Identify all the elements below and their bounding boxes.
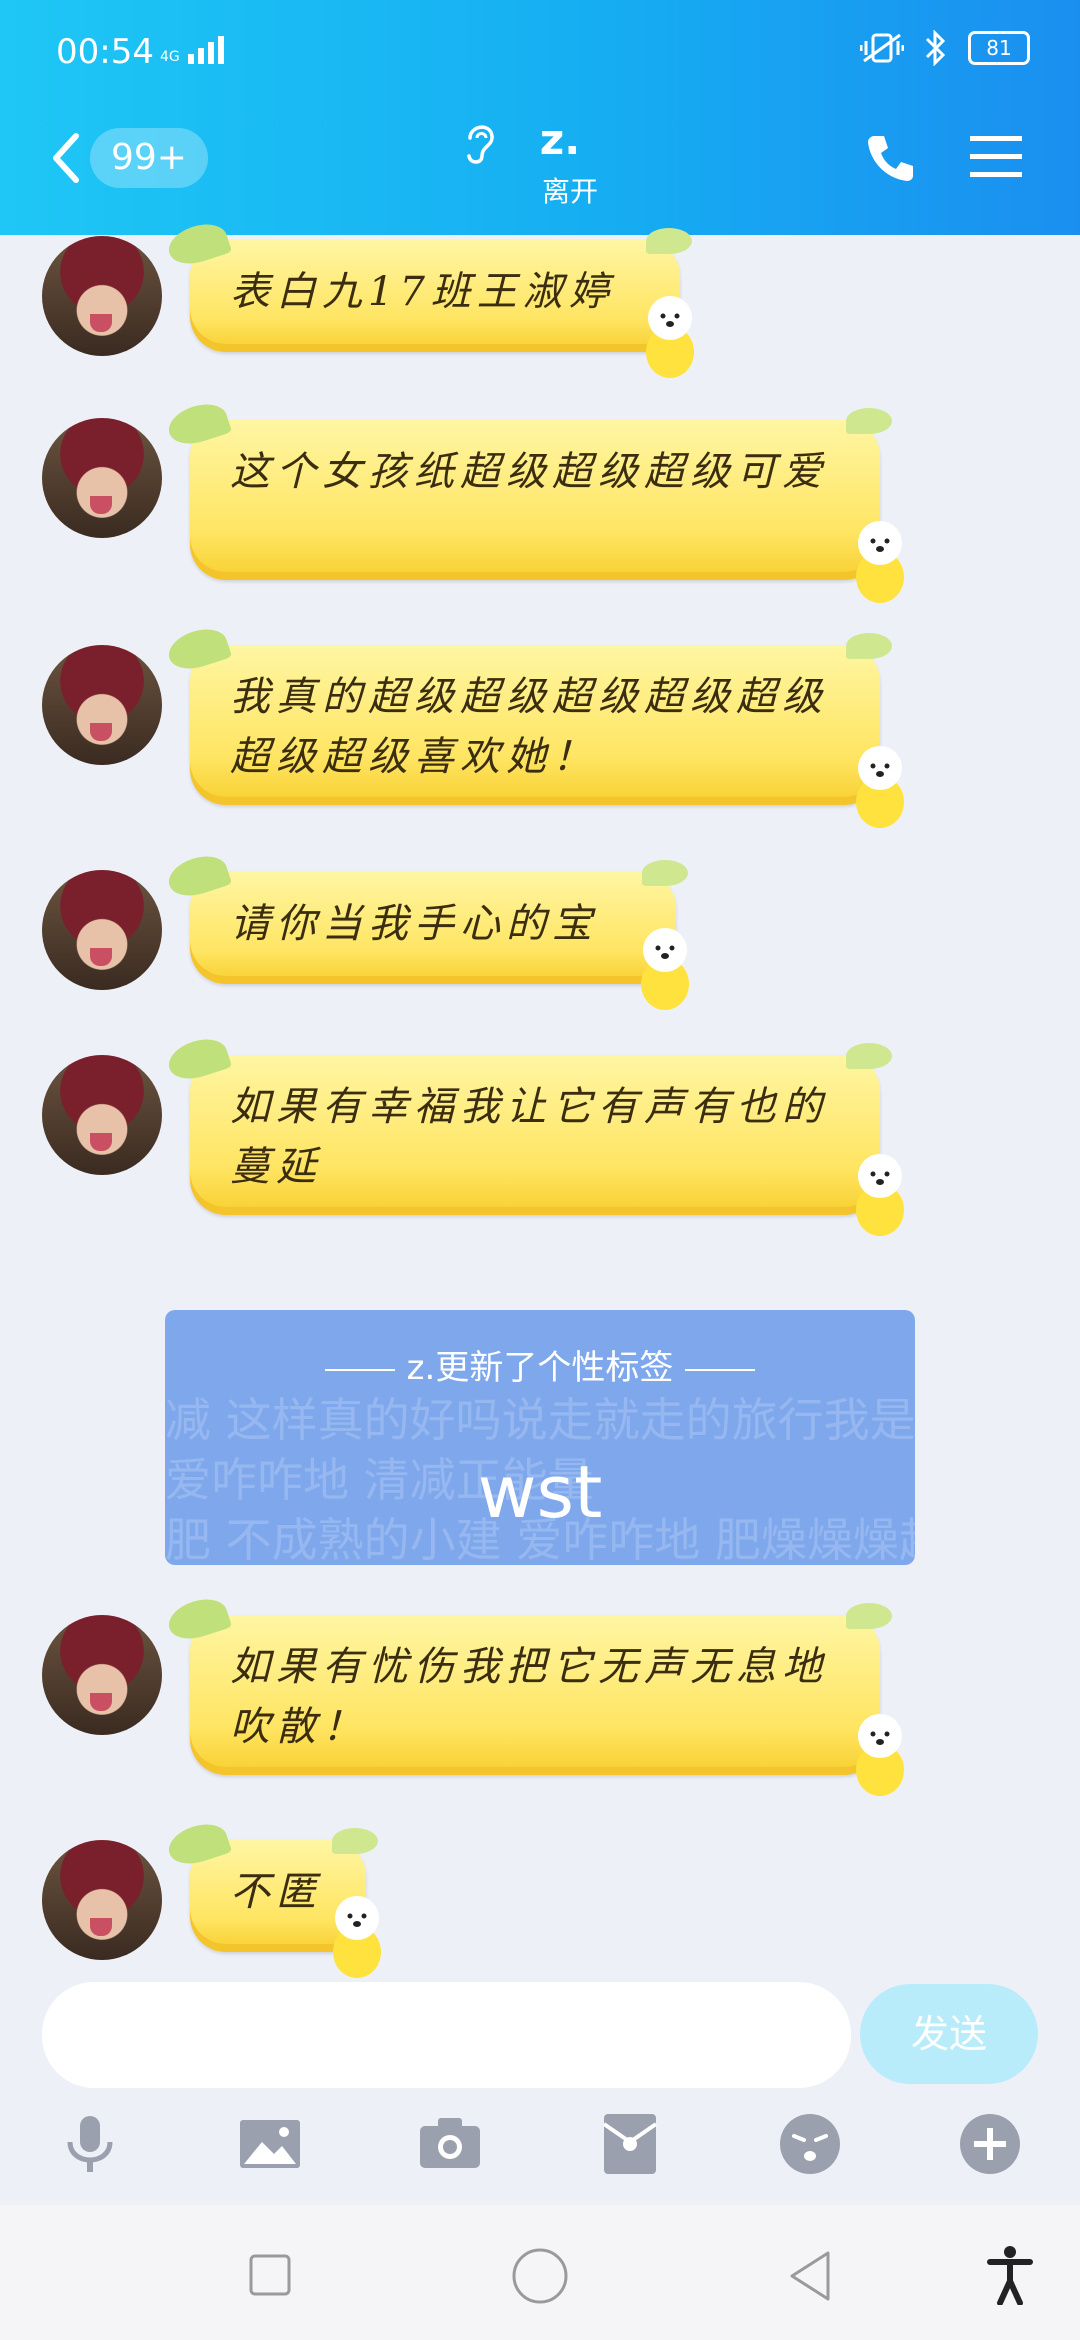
avatar[interactable] <box>42 645 162 765</box>
menu-icon[interactable] <box>968 132 1024 182</box>
send-button[interactable]: 发送 <box>860 1984 1038 2084</box>
mascot-icon <box>646 296 694 378</box>
recents-icon[interactable] <box>248 2253 292 2297</box>
status-icons: 81 <box>860 30 1030 66</box>
message-text: 我真的超级超级超级超级超级超级超级喜欢她！ <box>230 674 828 780</box>
message-input[interactable] <box>42 1982 851 2088</box>
status-time: 00:54 <box>56 32 154 72</box>
mascot-icon <box>856 1714 904 1796</box>
red-packet-icon[interactable] <box>598 2112 662 2176</box>
battery-icon: 81 <box>968 31 1030 65</box>
mascot-icon <box>856 746 904 828</box>
camera-icon[interactable] <box>418 2112 482 2176</box>
contact-name: z. <box>539 115 581 164</box>
message-text: 如果有忧伤我把它无声无息地吹散！ <box>230 1644 828 1750</box>
avatar[interactable] <box>42 1615 162 1735</box>
mascot-icon <box>641 928 689 1010</box>
message-text: 表白九17班王淑婷 <box>230 269 615 315</box>
message-bubble[interactable]: 这个女孩纸超级超级超级可爱 <box>190 408 892 580</box>
avatar[interactable] <box>42 418 162 538</box>
signature-card[interactable]: 减 这样真的好吗说走就走的旅行我是过来人 哦 爱咋咋地 清减正能量 肥 不成熟的… <box>165 1310 915 1565</box>
message-text: 请你当我手心的宝 <box>230 901 598 947</box>
system-nav-bar <box>0 2205 1080 2340</box>
back-nav-icon[interactable] <box>786 2249 834 2303</box>
phone-icon[interactable] <box>862 130 918 186</box>
signature-text: wst <box>477 1450 603 1534</box>
contact-title[interactable]: z. 离开 <box>0 115 1080 210</box>
message-bubble[interactable]: 请你当我手心的宝 <box>190 860 688 984</box>
emoji-icon[interactable] <box>778 2112 842 2176</box>
chat-header: 00:54 4G 81 99+ z. 离开 <box>0 0 1080 235</box>
message-bubble[interactable]: 如果有幸福我让它有声有也的蔓延 <box>190 1043 892 1215</box>
mascot-icon <box>856 1154 904 1236</box>
avatar[interactable] <box>42 870 162 990</box>
signature-header: z.更新了个性标签 <box>165 1340 915 1389</box>
avatar[interactable] <box>42 236 162 356</box>
mascot-icon <box>333 1896 381 1978</box>
message-text: 如果有幸福我让它有声有也的蔓延 <box>230 1084 828 1190</box>
message-bubble[interactable]: 如果有忧伤我把它无声无息地吹散！ <box>190 1603 892 1775</box>
avatar[interactable] <box>42 1840 162 1960</box>
home-icon[interactable] <box>511 2247 569 2305</box>
vibrate-icon <box>860 33 904 63</box>
signal-icon: 4G <box>160 36 224 64</box>
message-bubble[interactable]: 表白九17班王淑婷 <box>190 228 692 352</box>
bluetooth-icon <box>925 30 946 66</box>
message-bubble[interactable]: 我真的超级超级超级超级超级超级超级喜欢她！ <box>190 633 892 805</box>
plus-icon[interactable] <box>958 2112 1022 2176</box>
network-type: 4G <box>160 49 180 65</box>
accessibility-icon[interactable] <box>986 2245 1034 2305</box>
microphone-icon[interactable] <box>58 2112 122 2176</box>
image-icon[interactable] <box>238 2112 302 2176</box>
mascot-icon <box>856 521 904 603</box>
message-text: 不匿 <box>230 1869 322 1915</box>
message-text: 这个女孩纸超级超级超级可爱 <box>230 449 828 495</box>
avatar[interactable] <box>42 1055 162 1175</box>
contact-status: 离开 <box>541 175 598 208</box>
